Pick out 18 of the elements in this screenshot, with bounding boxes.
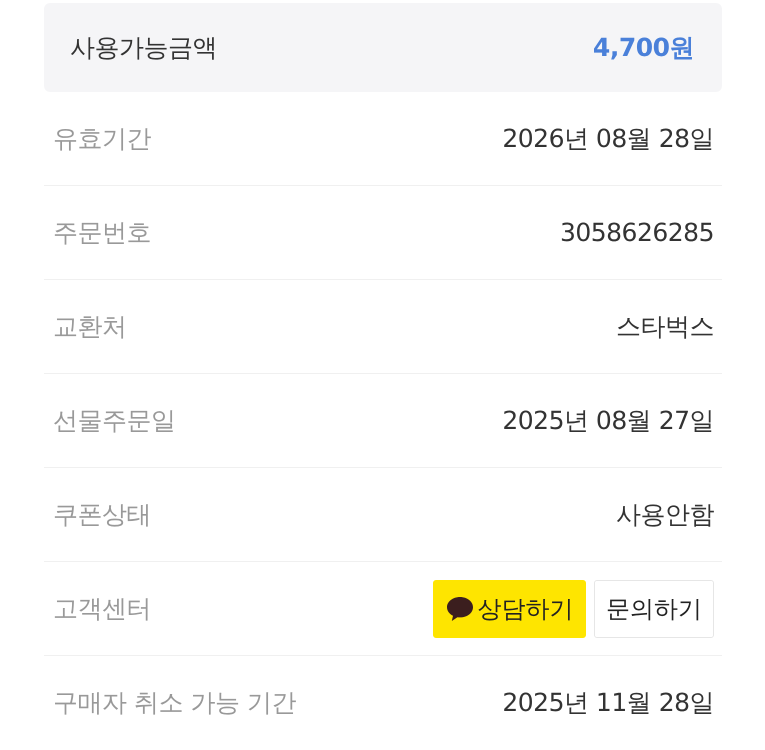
chat-consult-button[interactable]: 상담하기 bbox=[433, 580, 586, 638]
detail-value: 2025년 08월 27일 bbox=[502, 404, 714, 437]
detail-label: 주문번호 bbox=[53, 216, 151, 249]
detail-label: 교환처 bbox=[53, 310, 126, 343]
detail-value: 스타벅스 bbox=[616, 310, 714, 343]
detail-label: 선물주문일 bbox=[53, 404, 176, 437]
available-amount-value: 4,700원 bbox=[592, 32, 694, 64]
detail-label: 쿠폰상태 bbox=[53, 498, 151, 531]
detail-value: 2026년 08월 28일 bbox=[502, 122, 714, 155]
detail-value: 사용안함 bbox=[616, 498, 714, 531]
detail-label: 유효기간 bbox=[53, 122, 151, 155]
detail-value: 2025년 11월 28일 bbox=[502, 687, 714, 720]
detail-label: 구매자 취소 가능 기간 bbox=[53, 687, 296, 720]
speech-bubble-icon bbox=[446, 596, 474, 622]
available-amount-label: 사용가능금액 bbox=[70, 32, 217, 64]
inquiry-button[interactable]: 문의하기 bbox=[594, 580, 714, 638]
detail-label: 고객센터 bbox=[53, 592, 151, 625]
detail-value: 3058626285 bbox=[560, 216, 714, 249]
